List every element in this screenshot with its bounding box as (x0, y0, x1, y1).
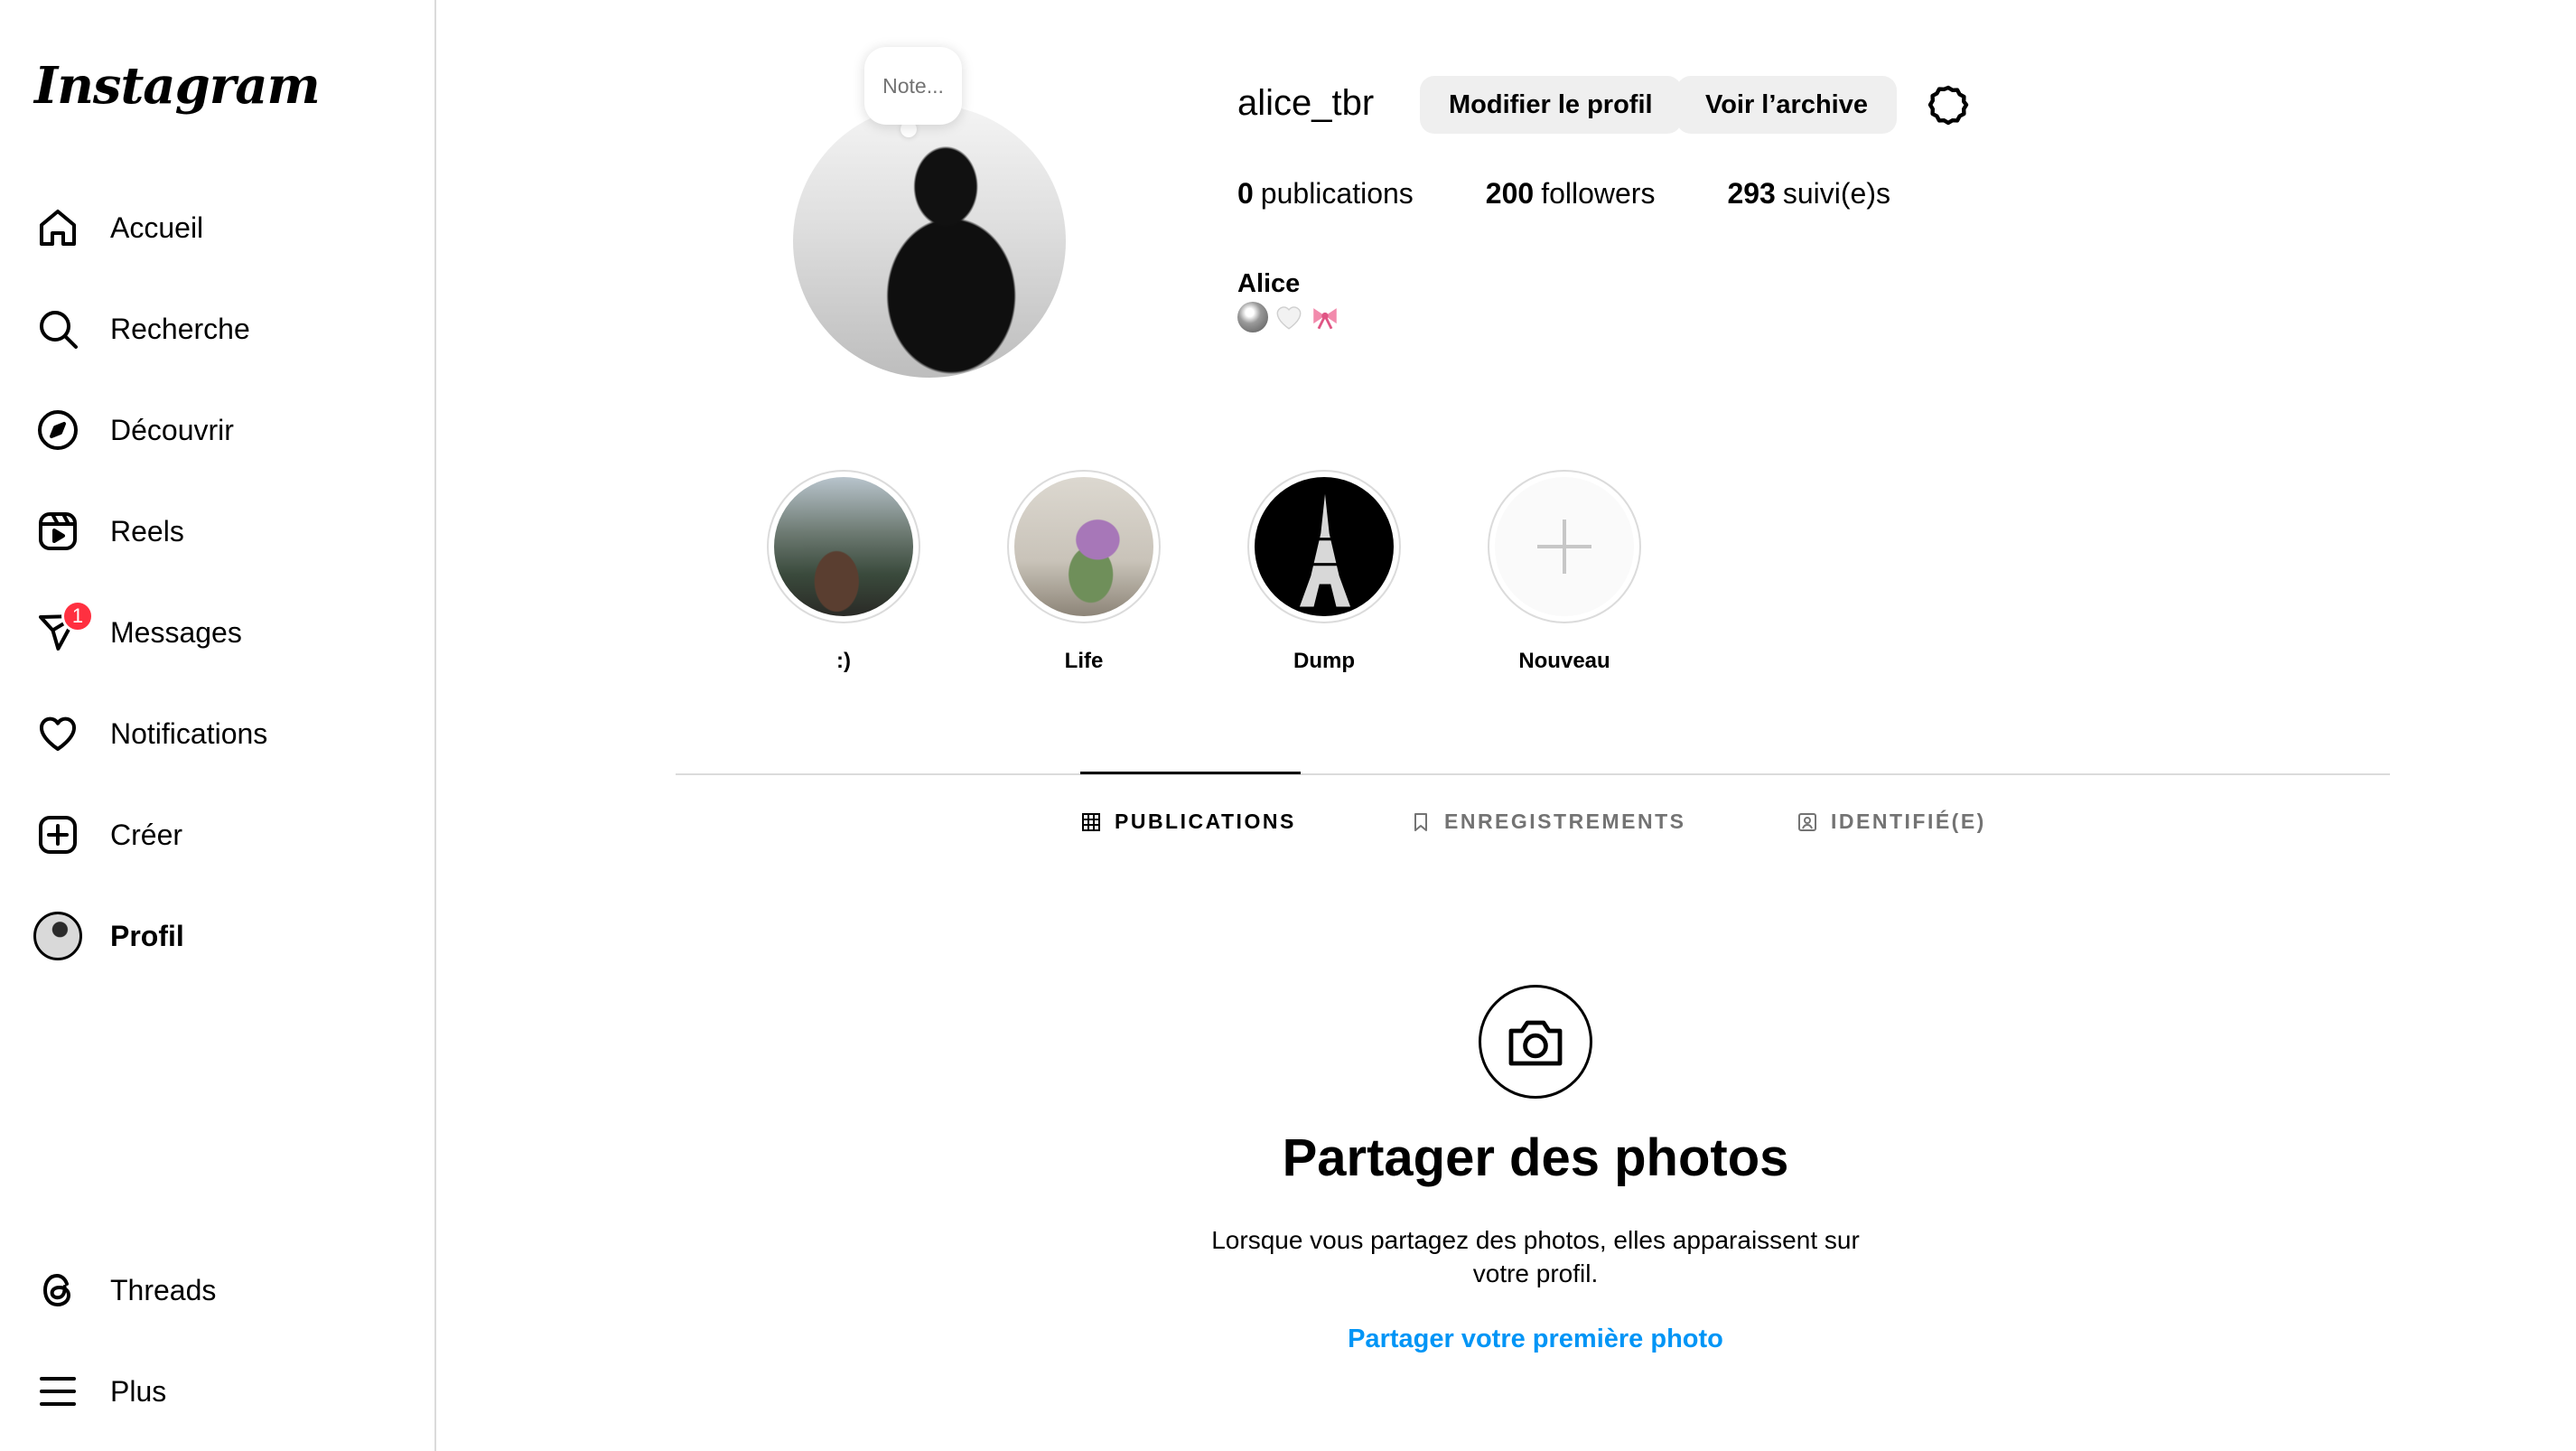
sidebar-item-label: Profil (110, 919, 184, 952)
highlight-ring (767, 470, 920, 623)
heart-icon (33, 708, 83, 759)
sidebar-item-search[interactable]: Recherche (22, 286, 410, 372)
sidebar-item-label: Threads (110, 1273, 217, 1306)
following-count: 293 (1727, 177, 1776, 210)
search-icon (33, 304, 83, 354)
empty-state-text: Lorsque vous partagez des photos, elles … (1211, 1226, 1860, 1287)
highlight-label: :) (836, 649, 851, 673)
following-label: suivi(e)s (1782, 177, 1890, 210)
sidebar-item-profile[interactable]: Profil (22, 893, 410, 979)
home-icon (33, 202, 83, 253)
highlight-label: Nouveau (1518, 649, 1610, 673)
tab-saved[interactable]: ENREGISTREMENTS (1410, 810, 1686, 834)
sidebar: Instagram Accueil Recherche Découvrir Re… (0, 0, 436, 1451)
posts-count: 0 (1237, 177, 1254, 210)
highlight-label: Dump (1293, 649, 1355, 673)
settings-gear-icon[interactable] (1925, 81, 1972, 128)
disco-ball-emoji-icon (1237, 302, 1268, 332)
highlight-new[interactable]: Nouveau (1485, 470, 1644, 674)
share-first-photo-link: Partager votre première photo (436, 1325, 2576, 1354)
profile-avatar[interactable] (793, 105, 1066, 378)
profile-avatar-icon (33, 911, 83, 961)
plus-icon (1495, 477, 1634, 616)
instagram-logo[interactable]: Instagram (34, 56, 321, 116)
profile-stats: 0 publications 200 followers 293 suivi(e… (1237, 177, 1963, 211)
sidebar-item-home[interactable]: Accueil (22, 184, 410, 271)
tab-label: PUBLICATIONS (1115, 810, 1296, 833)
profile-full-name: Alice (1237, 269, 1301, 298)
sidebar-item-label: Messages (110, 615, 242, 649)
active-tab-indicator (1080, 772, 1301, 774)
highlight-cover (1014, 477, 1153, 616)
compass-icon (33, 405, 83, 455)
avatar (33, 912, 82, 960)
ribbon-bow-emoji-icon (1310, 302, 1340, 332)
profile-username: alice_tbr (1237, 83, 1375, 123)
note-bubble[interactable]: Note... (864, 47, 962, 125)
followers-count: 200 (1485, 177, 1535, 210)
camera-icon (1479, 985, 1592, 1099)
profile-main: Note... alice_tbr Modifier le profil Voi… (436, 0, 2576, 1451)
sidebar-item-label: Découvrir (110, 413, 234, 446)
sidebar-item-label: Recherche (110, 312, 250, 345)
grid-icon (1082, 812, 1100, 831)
tab-tagged[interactable]: IDENTIFIÉ(E) (1797, 810, 1986, 834)
highlight-ring (1488, 470, 1641, 623)
posts-stat: 0 publications (1237, 177, 1414, 211)
sidebar-item-label: Reels (110, 514, 184, 548)
menu-icon (33, 1366, 83, 1417)
following-stat[interactable]: 293 suivi(e)s (1727, 177, 1890, 211)
highlight-ring (1247, 470, 1401, 623)
tagged-user-icon (1798, 812, 1816, 831)
highlight-item[interactable]: :) (764, 470, 923, 674)
tabs-divider (676, 773, 2390, 775)
sidebar-item-create[interactable]: Créer (22, 791, 410, 878)
sidebar-item-more[interactable]: Plus (22, 1348, 410, 1435)
followers-stat[interactable]: 200 followers (1486, 177, 1656, 211)
white-heart-emoji-icon (1274, 302, 1304, 332)
sidebar-item-label: Plus (110, 1374, 167, 1408)
followers-label: followers (1541, 177, 1656, 210)
highlight-cover (774, 477, 913, 616)
sidebar-item-messages[interactable]: 1 Messages (22, 589, 410, 676)
sidebar-item-threads[interactable]: Threads (22, 1247, 410, 1334)
plus-square-icon (33, 810, 83, 860)
tab-label: ENREGISTREMENTS (1444, 810, 1686, 833)
view-archive-button[interactable]: Voir l’archive (1676, 76, 1897, 134)
instagram-profile-page: Instagram Accueil Recherche Découvrir Re… (0, 0, 2576, 1451)
highlight-item[interactable]: Life (1004, 470, 1163, 674)
sidebar-item-reels[interactable]: Reels (22, 488, 410, 575)
highlight-item[interactable]: Dump (1245, 470, 1404, 674)
profile-bio (1237, 302, 1340, 332)
bookmark-icon (1414, 812, 1427, 831)
empty-state-title: Partager des photos (1282, 1128, 1789, 1187)
share-first-photo-link-text[interactable]: Partager votre première photo (1348, 1325, 1723, 1353)
highlight-label: Life (1064, 649, 1104, 673)
tab-label: IDENTIFIÉ(E) (1831, 810, 1986, 833)
threads-icon (33, 1265, 83, 1315)
notification-badge: 1 (61, 600, 94, 632)
reels-icon (33, 506, 83, 557)
edit-profile-button[interactable]: Modifier le profil (1420, 76, 1682, 134)
sidebar-item-label: Créer (110, 818, 183, 851)
highlight-cover (1255, 477, 1394, 616)
sidebar-item-explore[interactable]: Découvrir (22, 387, 410, 473)
posts-label: publications (1260, 177, 1414, 210)
tab-publications[interactable]: PUBLICATIONS (1080, 810, 1296, 834)
highlight-ring (1007, 470, 1161, 623)
sidebar-item-label: Notifications (110, 716, 268, 750)
sidebar-item-label: Accueil (110, 211, 204, 244)
sidebar-item-notifications[interactable]: Notifications (22, 690, 410, 777)
direct-message-icon: 1 (33, 600, 94, 658)
